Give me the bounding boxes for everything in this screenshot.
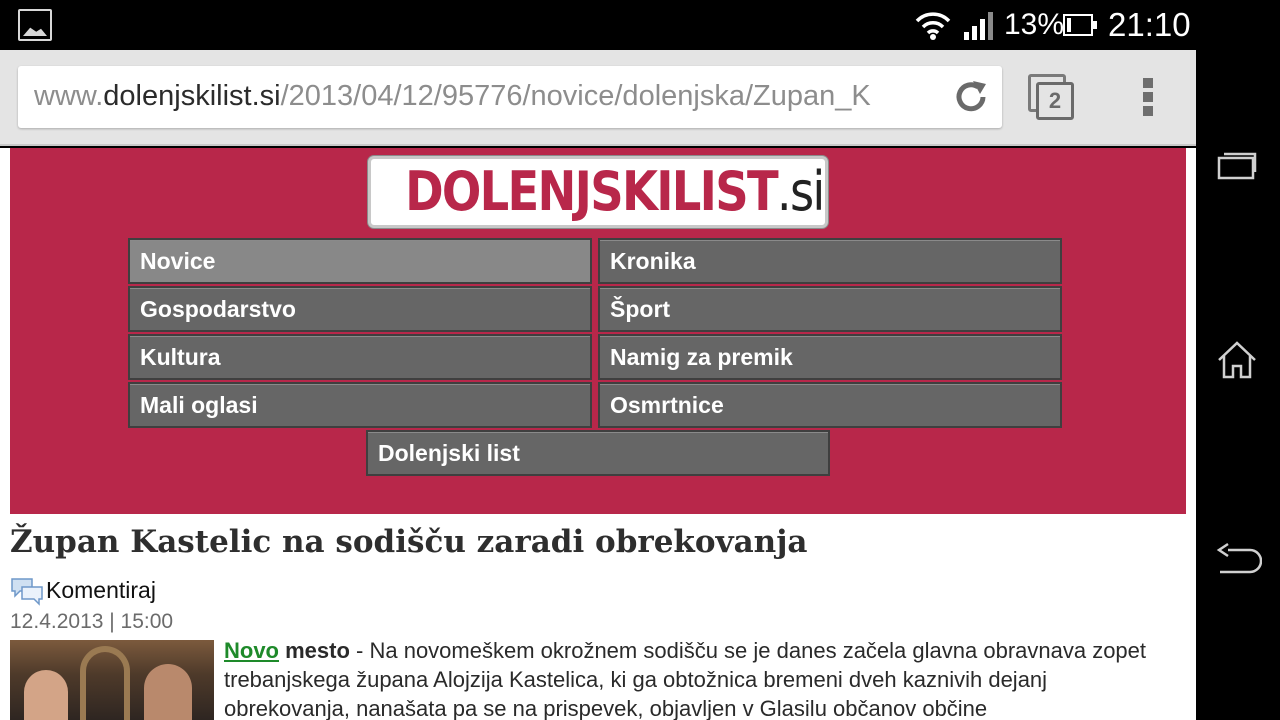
article-headline: Župan Kastelic na sodišču zaradi obrekov… [10, 524, 808, 560]
web-page: DOLENJSKILIST.si Novice Kronika Gospodar… [0, 148, 1196, 720]
wifi-icon [915, 12, 951, 40]
tabs-switcher-button[interactable]: 2 [1028, 74, 1076, 122]
article-lead: Novo mesto - Na novomeškem okrožnem sodi… [224, 636, 1174, 720]
nav-namig-za-premik[interactable]: Namig za premik [598, 334, 1062, 380]
nav-sport[interactable]: Šport [598, 286, 1062, 332]
status-bar: 13% 21:10 [0, 0, 1196, 50]
place-name: mesto [285, 638, 350, 663]
comment-icon [11, 578, 43, 606]
nav-gospodarstvo[interactable]: Gospodarstvo [128, 286, 592, 332]
nav-dolenjski-list[interactable]: Dolenjski list [366, 430, 830, 476]
battery-icon [1063, 14, 1097, 36]
battery-percent: 13% [1004, 8, 1065, 41]
browser-toolbar: www.dolenjskilist.si/2013/04/12/95776/no… [0, 50, 1196, 146]
clock: 21:10 [1108, 6, 1191, 43]
comment-label[interactable]: Komentiraj [46, 577, 156, 604]
article-date: 12.4.2013 | 15:00 [10, 610, 174, 633]
back-icon[interactable] [1216, 542, 1262, 578]
nav-novice[interactable]: Novice [128, 238, 592, 284]
url-text[interactable]: www.dolenjskilist.si/2013/04/12/95776/no… [34, 80, 940, 113]
reload-icon[interactable] [952, 78, 990, 116]
tab-count: 2 [1036, 82, 1074, 120]
url-prefix: www. [34, 80, 104, 112]
site-header: DOLENJSKILIST.si Novice Kronika Gospodar… [10, 148, 1186, 514]
nav-kronika[interactable]: Kronika [598, 238, 1062, 284]
address-bar[interactable]: www.dolenjskilist.si/2013/04/12/95776/no… [18, 66, 1002, 128]
system-nav-bar [1196, 0, 1280, 720]
logo-suffix: .si [776, 160, 825, 223]
url-path: /2013/04/12/95776/novice/dolenjska/Zupan… [280, 80, 871, 112]
nav-osmrtnice[interactable]: Osmrtnice [598, 382, 1062, 428]
url-domain: dolenjskilist.si [103, 80, 281, 112]
place-link[interactable]: Novo [224, 638, 279, 663]
logo-main: DOLENJSKILIST [405, 160, 779, 223]
overflow-menu-icon[interactable] [1140, 78, 1156, 120]
recent-apps-icon[interactable] [1216, 150, 1258, 182]
site-logo[interactable]: DOLENJSKILIST.si [368, 156, 828, 228]
nav-mali-oglasi[interactable]: Mali oglasi [128, 382, 592, 428]
article-body: - Na novomeškem okrožnem sodišču se je d… [224, 638, 1147, 720]
nav-kultura[interactable]: Kultura [128, 334, 592, 380]
gallery-notification-icon [18, 9, 52, 41]
signal-icon [964, 12, 993, 40]
home-icon[interactable] [1216, 340, 1258, 380]
article-photo[interactable] [10, 640, 214, 720]
